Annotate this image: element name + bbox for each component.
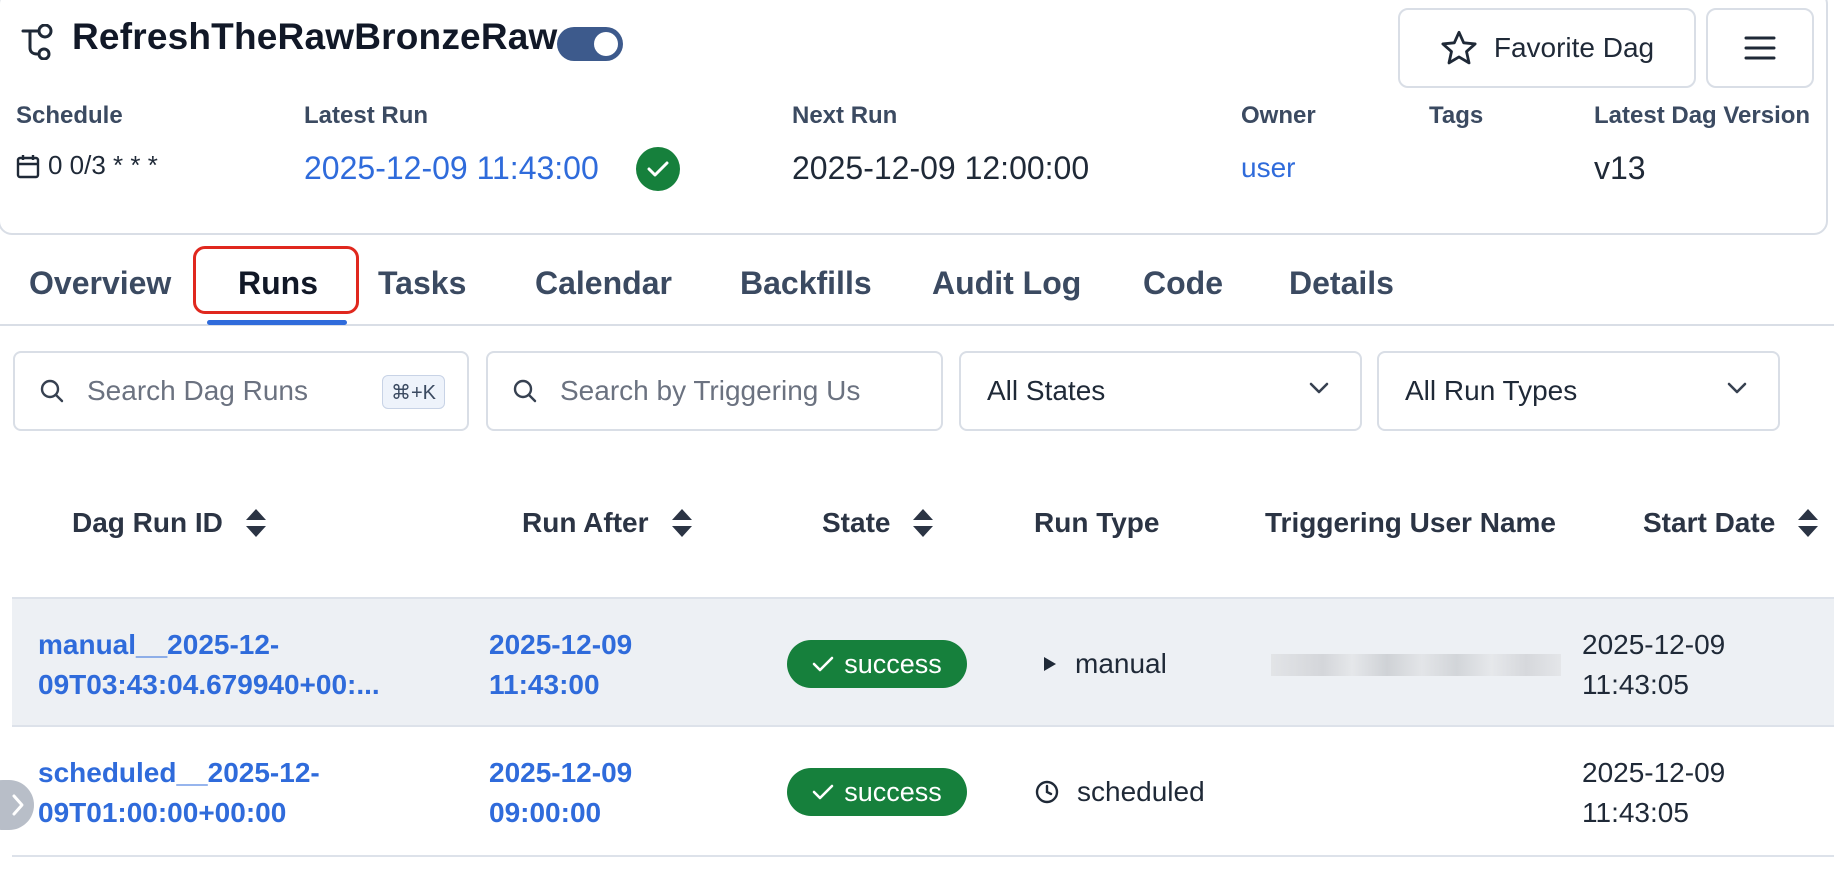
state-badge-success: success — [787, 768, 967, 816]
chevron-down-icon — [1727, 382, 1747, 394]
run-after-line: 2025-12-09 — [489, 629, 633, 660]
schedule-label: Schedule — [16, 102, 123, 129]
column-header-label: State — [822, 507, 891, 538]
schedule-cron: 0 0/3 * * * — [48, 150, 158, 180]
run-after-line: 11:43:00 — [489, 669, 600, 700]
column-header-label: Triggering User Name — [1265, 507, 1556, 538]
dag-graph-icon — [21, 24, 53, 60]
play-icon — [1044, 657, 1056, 671]
hamburger-menu-icon — [1744, 36, 1776, 60]
column-header-state[interactable]: State — [822, 507, 934, 539]
dag-pause-toggle[interactable] — [557, 27, 623, 61]
latest-dag-version-value: v13 — [1594, 150, 1646, 186]
latest-run-success-icon — [636, 147, 680, 191]
run-type-select[interactable]: All Run Types — [1377, 351, 1780, 431]
tab-tasks[interactable]: Tasks — [378, 265, 466, 302]
tab-details[interactable]: Details — [1289, 265, 1394, 302]
run-type-select-value: All Run Types — [1405, 375, 1578, 406]
state-badge-label: success — [844, 776, 942, 807]
tab-backfills[interactable]: Backfills — [740, 265, 872, 302]
chevron-right-icon — [12, 794, 24, 816]
latest-run-label: Latest Run — [304, 102, 429, 129]
tags-label: Tags — [1429, 102, 1484, 129]
search-dag-runs-input[interactable]: Search Dag Runs ⌘+K — [13, 351, 469, 431]
state-select-value: All States — [987, 375, 1106, 406]
run-type-cell: manual — [1043, 644, 1167, 684]
clock-icon — [1035, 780, 1059, 804]
start-date-cell: 2025-12-09 11:43:05 — [1582, 753, 1725, 833]
start-date-line: 11:43:05 — [1582, 797, 1689, 828]
active-tab-indicator — [207, 320, 347, 325]
calendar-icon — [16, 154, 40, 178]
favorite-dag-button[interactable]: Favorite Dag — [1398, 8, 1696, 88]
column-header-label: Run After — [522, 507, 649, 538]
column-header-triggering-user: Triggering User Name — [1265, 507, 1556, 539]
star-icon — [1441, 30, 1477, 65]
column-header-label: Dag Run ID — [72, 507, 223, 538]
search-dag-runs-placeholder: Search Dag Runs — [87, 375, 309, 406]
run-after-line: 09:00:00 — [489, 797, 602, 828]
start-date-line: 2025-12-09 — [1582, 757, 1726, 788]
search-icon — [40, 379, 64, 403]
run-type-cell: scheduled — [1035, 772, 1205, 812]
runs-tab-highlight — [193, 246, 359, 314]
chevron-down-icon — [1309, 382, 1329, 394]
column-header-start-date[interactable]: Start Date — [1643, 507, 1819, 539]
column-header-label: Start Date — [1643, 507, 1776, 538]
tab-audit-log[interactable]: Audit Log — [932, 265, 1081, 302]
column-header-run-type: Run Type — [1034, 507, 1159, 539]
owner-label: Owner — [1241, 102, 1316, 129]
search-shortcut-badge: ⌘+K — [381, 375, 445, 409]
favorite-dag-label: Favorite Dag — [1493, 32, 1655, 63]
table-row: manual__2025-12- 09T03:43:04.679940+00:.… — [12, 597, 1834, 727]
latest-dag-version-label: Latest Dag Version — [1594, 102, 1811, 129]
tab-calendar[interactable]: Calendar — [535, 265, 672, 302]
check-icon — [812, 656, 834, 672]
latest-run-link[interactable]: 2025-12-09 11:43:00 — [304, 150, 599, 187]
menu-button[interactable] — [1706, 8, 1814, 88]
next-run-value: 2025-12-09 12:00:00 — [792, 150, 1090, 186]
dag-run-id-line: 09T01:00:00+00:00 — [38, 797, 287, 828]
state-badge-label: success — [844, 648, 942, 679]
tab-code[interactable]: Code — [1143, 265, 1223, 302]
column-header-label: Run Type — [1034, 507, 1160, 538]
run-after-link[interactable]: 2025-12-09 11:43:00 — [489, 625, 632, 705]
start-date-line: 11:43:05 — [1582, 669, 1689, 700]
next-run-label: Next Run — [792, 102, 898, 129]
tab-overview[interactable]: Overview — [29, 265, 171, 302]
run-type-label: scheduled — [1077, 776, 1205, 807]
sort-icon — [913, 509, 934, 537]
run-type-label: manual — [1075, 648, 1167, 679]
dag-run-id-link[interactable]: scheduled__2025-12- 09T01:00:00+00:00 — [38, 753, 320, 833]
toggle-knob — [594, 32, 618, 56]
sort-icon — [245, 509, 266, 537]
check-icon — [812, 784, 834, 800]
run-after-link[interactable]: 2025-12-09 09:00:00 — [489, 753, 632, 833]
start-date-line: 2025-12-09 — [1582, 629, 1726, 660]
redacted-triggering-user — [1271, 654, 1561, 676]
sort-icon — [1798, 509, 1819, 537]
search-triggering-user-input[interactable]: Search by Triggering Us — [486, 351, 943, 431]
sort-icon — [671, 509, 692, 537]
dag-run-id-link[interactable]: manual__2025-12- 09T03:43:04.679940+00:.… — [38, 625, 380, 705]
column-header-dag-run-id[interactable]: Dag Run ID — [72, 507, 267, 539]
dag-run-id-line: manual__2025-12- — [38, 629, 280, 660]
schedule-value: 0 0/3 * * * — [16, 150, 158, 181]
column-header-run-after[interactable]: Run After — [522, 507, 693, 539]
dag-title: RefreshTheRawBronzeRaw — [72, 16, 558, 57]
start-date-cell: 2025-12-09 11:43:05 — [1582, 625, 1725, 705]
owner-link[interactable]: user — [1241, 152, 1295, 184]
run-after-line: 2025-12-09 — [489, 757, 633, 788]
state-select[interactable]: All States — [959, 351, 1362, 431]
dag-run-id-line: scheduled__2025-12- — [38, 757, 320, 788]
dag-run-id-line: 09T03:43:04.679940+00:... — [38, 669, 380, 700]
search-triggering-user-placeholder: Search by Triggering Us — [560, 375, 861, 406]
search-icon — [513, 379, 537, 403]
state-badge-success: success — [787, 640, 967, 688]
table-row: scheduled__2025-12- 09T01:00:00+00:00 20… — [12, 727, 1834, 857]
